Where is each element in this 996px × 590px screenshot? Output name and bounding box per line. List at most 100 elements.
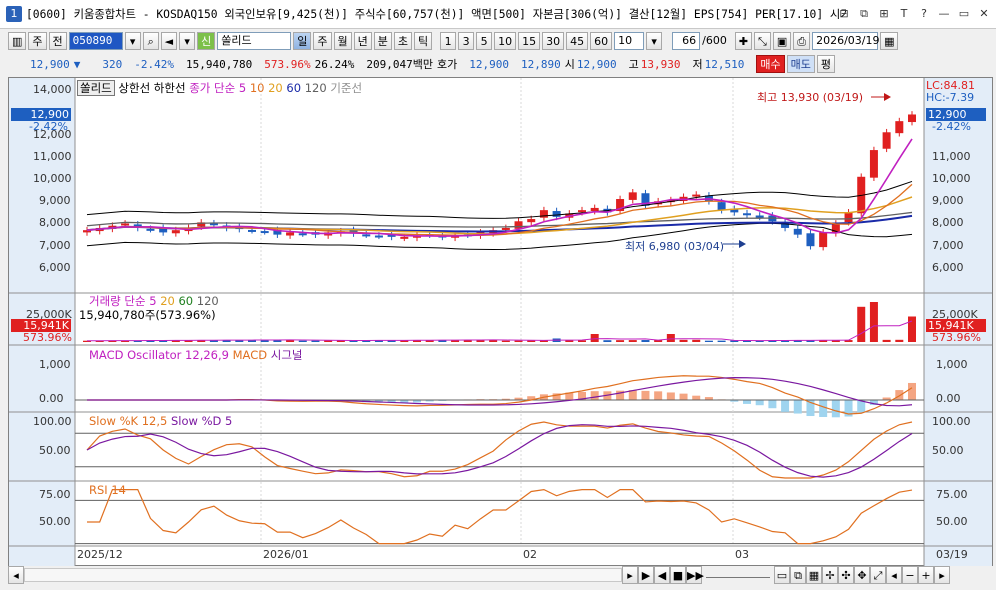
scroll-right-icon[interactable]: ▸: [622, 565, 638, 584]
period-month[interactable]: 월: [333, 31, 352, 50]
calendar-icon[interactable]: ▦: [880, 31, 899, 50]
interval-3[interactable]: 3: [458, 31, 475, 50]
mode-select[interactable]: 주: [28, 31, 47, 50]
legend-bands[interactable]: 상한선 하한선: [118, 81, 185, 95]
volume-ma20[interactable]: 20: [160, 294, 175, 308]
period-day[interactable]: 일: [293, 31, 312, 50]
macd-tick-0: 0.00: [39, 392, 64, 405]
copy-icon[interactable]: ⧉: [856, 6, 872, 21]
date-input[interactable]: 2026/03/19: [812, 31, 879, 50]
rsi-tick-50-r: 50.00: [936, 515, 968, 528]
sell-button[interactable]: 매도: [786, 55, 815, 73]
macd-osc-bar: [831, 400, 840, 418]
current-price: 12,900: [30, 57, 70, 71]
expand-icon[interactable]: ⤢: [870, 565, 886, 584]
price-tick-6000-r: 6,000: [932, 261, 964, 274]
indicator-icon[interactable]: ✚: [734, 31, 753, 50]
macd-line-label[interactable]: MACD: [233, 348, 267, 362]
rsi-legend[interactable]: RSI 14: [89, 483, 126, 497]
sound-dropdown-icon[interactable]: ▾: [179, 31, 196, 50]
interval-45[interactable]: 45: [566, 31, 589, 50]
candle-body: [260, 231, 269, 234]
text-icon[interactable]: T: [896, 6, 912, 21]
interval-30[interactable]: 30: [542, 31, 565, 50]
pan-right-icon[interactable]: ▸: [934, 565, 950, 584]
macd-osc-bar: [743, 400, 751, 404]
zoom-in-icon[interactable]: +: [918, 565, 934, 584]
split-icon[interactable]: ⊞: [876, 6, 892, 21]
draw-icon[interactable]: ⤡: [754, 31, 771, 50]
high-label: 고: [628, 58, 639, 71]
maximize-button[interactable]: ▭: [956, 6, 972, 21]
macd-signal-label[interactable]: 시그널: [271, 348, 303, 362]
legend-ma20[interactable]: 20: [268, 81, 283, 95]
print-icon[interactable]: ⎙: [793, 31, 811, 50]
stock-code-input[interactable]: 050890: [68, 31, 123, 50]
upper-band: [86, 180, 913, 219]
volume-legend-label[interactable]: 거래량 단순 5: [89, 294, 157, 308]
stock-name-field[interactable]: 쏠리드: [217, 31, 292, 50]
crosshair-icon[interactable]: ✢: [822, 565, 838, 584]
period-tick[interactable]: 틱: [414, 31, 433, 50]
interval-5[interactable]: 5: [476, 31, 493, 50]
minimize-button[interactable]: —: [936, 6, 952, 21]
legend-base[interactable]: 기준선: [330, 81, 362, 95]
period-week[interactable]: 주: [313, 31, 332, 50]
view-icon-3[interactable]: ▦: [806, 565, 822, 584]
macd-osc-bar: [590, 391, 599, 400]
period-minute[interactable]: 분: [373, 31, 392, 50]
help-icon[interactable]: ?: [916, 6, 932, 21]
sound-icon[interactable]: ◄: [160, 31, 178, 50]
interval-dropdown-icon[interactable]: ▾: [646, 31, 663, 50]
interval-select[interactable]: 10: [614, 31, 645, 50]
period-second[interactable]: 초: [393, 31, 412, 50]
legend-ma[interactable]: 종가 단순 5: [189, 81, 246, 95]
stoch-k-label[interactable]: Slow %K 12,5: [89, 414, 167, 428]
candle-body: [146, 228, 155, 231]
candle-body: [298, 233, 307, 236]
eval-button[interactable]: 평: [816, 55, 835, 73]
volume-ma120[interactable]: 120: [197, 294, 219, 308]
data-count-input[interactable]: 66: [672, 31, 701, 50]
view-icon-1[interactable]: ▭: [774, 565, 790, 584]
arrows-icon[interactable]: ✥: [854, 565, 870, 584]
rewind-icon[interactable]: ◀: [654, 565, 670, 584]
legend-name[interactable]: 쏠리드: [77, 80, 115, 96]
candle-body: [844, 212, 853, 223]
code-dropdown-icon[interactable]: ▾: [124, 31, 141, 50]
legend-ma120[interactable]: 120: [305, 81, 327, 95]
view-icon-2[interactable]: ⧉: [790, 565, 806, 584]
play-icon[interactable]: ▶: [638, 565, 654, 584]
legend-ma10[interactable]: 10: [250, 81, 265, 95]
scroll-left-icon[interactable]: ◂: [8, 565, 24, 584]
buy-button[interactable]: 매수: [756, 55, 785, 73]
stop-icon[interactable]: ■: [670, 565, 686, 584]
interval-15[interactable]: 15: [518, 31, 541, 50]
stoch-d-label[interactable]: Slow %D 5: [171, 414, 232, 428]
high-price: 13,930: [640, 57, 681, 71]
save-icon[interactable]: ▣: [772, 31, 792, 50]
prev-button[interactable]: 전: [48, 31, 67, 50]
chart-panel[interactable]: 쏠리드 상한선 하한선 종가 단순 5 10 20 60 120 기준선 거래량…: [8, 77, 993, 566]
horizontal-scrollbar[interactable]: [24, 567, 622, 582]
macd-tick-1000: 1,000: [39, 358, 71, 371]
layout-icon[interactable]: ▥: [8, 31, 27, 50]
macd-osc-label[interactable]: MACD Oscillator 12,26,9: [89, 348, 229, 362]
volume-bar: [679, 339, 688, 342]
period-year[interactable]: 년: [353, 31, 372, 50]
fast-forward-icon[interactable]: ▶▶: [686, 565, 704, 584]
link-icon[interactable]: ⊟: [836, 6, 852, 21]
pan-left-icon[interactable]: ◂: [886, 565, 902, 584]
stoch-k-line: [86, 421, 913, 479]
search-icon[interactable]: ⌕: [142, 31, 159, 50]
interval-10[interactable]: 10: [494, 31, 517, 50]
volume-ma60[interactable]: 60: [178, 294, 193, 308]
close-button[interactable]: ✕: [976, 6, 992, 21]
interval-60[interactable]: 60: [590, 31, 613, 50]
move-icon[interactable]: ✣: [838, 565, 854, 584]
macd-osc-bar: [819, 400, 828, 417]
zoom-slider[interactable]: [706, 571, 770, 578]
zoom-out-icon[interactable]: −: [902, 565, 918, 584]
legend-ma60[interactable]: 60: [286, 81, 301, 95]
interval-1[interactable]: 1: [440, 31, 457, 50]
